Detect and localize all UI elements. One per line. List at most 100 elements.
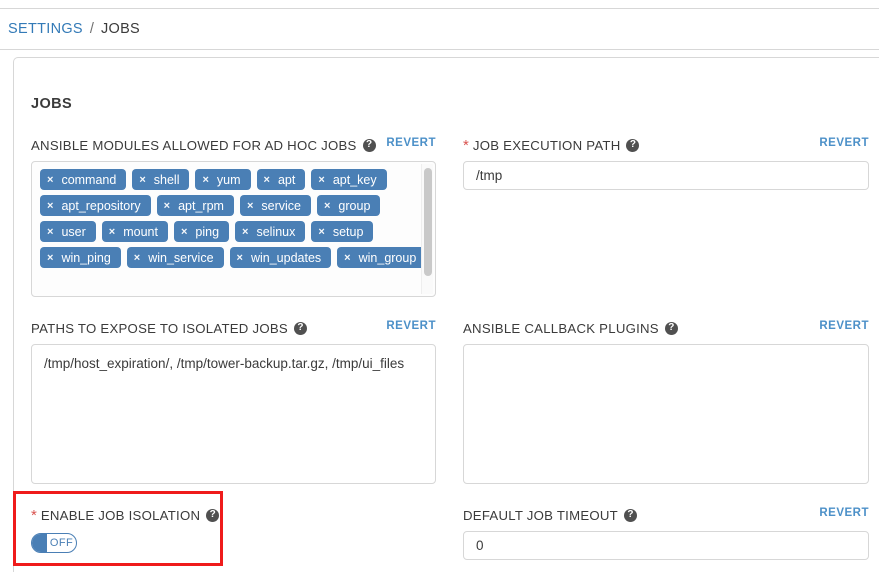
module-tag-label: apt_key [332, 172, 377, 187]
module-tag-label: user [61, 224, 86, 239]
enable-job-isolation-toggle[interactable]: OFF [31, 533, 77, 553]
field-job-execution-path: * JOB EXECUTION PATH ? REVERT [463, 136, 869, 190]
field-job-execution-path-label: JOB EXECUTION PATH [472, 137, 621, 153]
toggle-state-label: OFF [49, 537, 74, 549]
module-tag[interactable]: × win_service [126, 247, 224, 268]
default-job-timeout-input[interactable] [463, 531, 869, 560]
field-default-job-timeout-header: DEFAULT JOB TIMEOUT ? REVERT [463, 506, 869, 524]
toggle-knob [32, 534, 47, 552]
module-tag[interactable]: × command [40, 169, 127, 190]
module-tag[interactable]: × apt_repository [40, 195, 151, 216]
tag-remove-icon[interactable]: × [47, 174, 53, 186]
tag-remove-icon[interactable]: × [318, 174, 324, 186]
tag-remove-icon[interactable]: × [134, 252, 140, 264]
tag-remove-icon[interactable]: × [247, 200, 253, 212]
breadcrumb: SETTINGS / JOBS [0, 9, 879, 50]
page-title: JOBS [31, 96, 73, 112]
field-enable-job-isolation: * ENABLE JOB ISOLATION ? OFF [31, 506, 231, 557]
module-tag-label: apt_repository [61, 198, 141, 213]
module-tag[interactable]: × service [239, 195, 311, 216]
ansible-modules-tag-list: × command × shell × yum × apt × apt_key × apt_repos… [32, 162, 435, 296]
paths-to-expose-textarea[interactable]: /tmp/host_expiration/, /tmp/tower-backup… [31, 344, 436, 484]
module-tag[interactable]: × apt [256, 169, 306, 190]
revert-paths-to-expose-button[interactable]: REVERT [386, 320, 436, 332]
breadcrumb-settings-link[interactable]: SETTINGS [8, 21, 83, 37]
tag-remove-icon[interactable]: × [242, 226, 248, 238]
field-default-job-timeout: DEFAULT JOB TIMEOUT ? REVERT [463, 506, 869, 560]
field-ansible-modules-header: ANSIBLE MODULES ALLOWED FOR AD HOC JOBS … [31, 136, 436, 154]
module-tag[interactable]: × mount [101, 221, 168, 242]
field-ansible-modules-label: ANSIBLE MODULES ALLOWED FOR AD HOC JOBS [31, 137, 357, 153]
module-tag[interactable]: × apt_rpm [156, 195, 234, 216]
module-tag[interactable]: × selinux [235, 221, 306, 242]
breadcrumb-separator: / [89, 21, 94, 37]
module-tag-label: apt_rpm [178, 198, 224, 213]
field-ansible-callback-plugins-header: ANSIBLE CALLBACK PLUGINS ? REVERT [463, 319, 869, 337]
module-tag-label: command [61, 172, 117, 187]
required-asterisk: * [31, 506, 37, 524]
help-icon[interactable]: ? [626, 138, 640, 152]
module-tag-label: group [338, 198, 371, 213]
revert-job-execution-path-button[interactable]: REVERT [819, 137, 869, 149]
jobs-settings-card: JOBS ANSIBLE MODULES ALLOWED FOR AD HOC … [13, 57, 879, 572]
field-ansible-callback-plugins: ANSIBLE CALLBACK PLUGINS ? REVERT [463, 319, 869, 489]
ansible-modules-tag-box[interactable]: × command × shell × yum × apt × apt_key × apt_repos… [31, 161, 436, 297]
tag-remove-icon[interactable]: × [344, 252, 350, 264]
module-tag-label: win_updates [250, 250, 322, 265]
tag-remove-icon[interactable]: × [318, 226, 324, 238]
module-tag[interactable]: × win_updates [229, 247, 332, 268]
module-tag-label: setup [332, 224, 364, 239]
field-enable-job-isolation-header: * ENABLE JOB ISOLATION ? [31, 506, 231, 524]
module-tag[interactable]: × apt_key [311, 169, 387, 190]
module-tag[interactable]: × ping [173, 221, 230, 242]
tag-box-scrollbar[interactable] [421, 164, 433, 294]
tag-remove-icon[interactable]: × [237, 252, 243, 264]
module-tag-label: apt [277, 172, 296, 187]
module-tag[interactable]: × yum [195, 169, 251, 190]
module-tag[interactable]: × win_group [337, 247, 427, 268]
tag-remove-icon[interactable]: × [47, 226, 53, 238]
tag-remove-icon[interactable]: × [264, 174, 270, 186]
help-icon[interactable]: ? [664, 321, 678, 335]
help-icon[interactable]: ? [206, 508, 220, 522]
module-tag[interactable]: × user [40, 221, 96, 242]
field-enable-job-isolation-label: ENABLE JOB ISOLATION [40, 507, 201, 523]
help-icon[interactable]: ? [362, 138, 376, 152]
tag-remove-icon[interactable]: × [164, 200, 170, 212]
tag-remove-icon[interactable]: × [324, 200, 330, 212]
module-tag-label: yum [216, 172, 241, 187]
help-icon[interactable]: ? [623, 508, 637, 522]
module-tag-label: selinux [256, 224, 296, 239]
tag-remove-icon[interactable]: × [47, 252, 53, 264]
revert-ansible-callback-plugins-button[interactable]: REVERT [819, 320, 869, 332]
module-tag-label: ping [195, 224, 220, 239]
help-icon[interactable]: ? [293, 321, 307, 335]
module-tag-label: win_service [148, 250, 214, 265]
tag-box-scroll-thumb[interactable] [424, 168, 432, 276]
tag-remove-icon[interactable]: × [139, 174, 145, 186]
module-tag[interactable]: × shell [132, 169, 190, 190]
tag-remove-icon[interactable]: × [181, 226, 187, 238]
module-tag[interactable]: × setup [311, 221, 374, 242]
module-tag-label: mount [123, 224, 158, 239]
module-tag[interactable]: × win_ping [40, 247, 121, 268]
module-tag[interactable]: × group [316, 195, 381, 216]
field-ansible-callback-plugins-label: ANSIBLE CALLBACK PLUGINS [463, 320, 659, 336]
field-paths-to-expose-header: PATHS TO EXPOSE TO ISOLATED JOBS ? REVER… [31, 319, 436, 337]
ansible-callback-plugins-textarea[interactable] [463, 344, 869, 484]
field-ansible-modules: ANSIBLE MODULES ALLOWED FOR AD HOC JOBS … [31, 136, 436, 297]
tag-remove-icon[interactable]: × [47, 200, 53, 212]
module-tag-label: shell [153, 172, 180, 187]
module-tag-label: win_ping [61, 250, 111, 265]
revert-ansible-modules-button[interactable]: REVERT [386, 137, 436, 149]
field-paths-to-expose-label: PATHS TO EXPOSE TO ISOLATED JOBS [31, 320, 288, 336]
module-tag-label: win_group [358, 250, 417, 265]
tag-remove-icon[interactable]: × [109, 226, 115, 238]
job-execution-path-input[interactable] [463, 161, 869, 190]
tag-remove-icon[interactable]: × [202, 174, 208, 186]
revert-default-job-timeout-button[interactable]: REVERT [819, 507, 869, 519]
settings-jobs-page: SETTINGS / JOBS JOBS ANSIBLE MODULES ALL… [0, 0, 879, 572]
field-default-job-timeout-label: DEFAULT JOB TIMEOUT [463, 507, 618, 523]
module-tag-label: service [261, 198, 301, 213]
field-paths-to-expose: PATHS TO EXPOSE TO ISOLATED JOBS ? REVER… [31, 319, 436, 489]
